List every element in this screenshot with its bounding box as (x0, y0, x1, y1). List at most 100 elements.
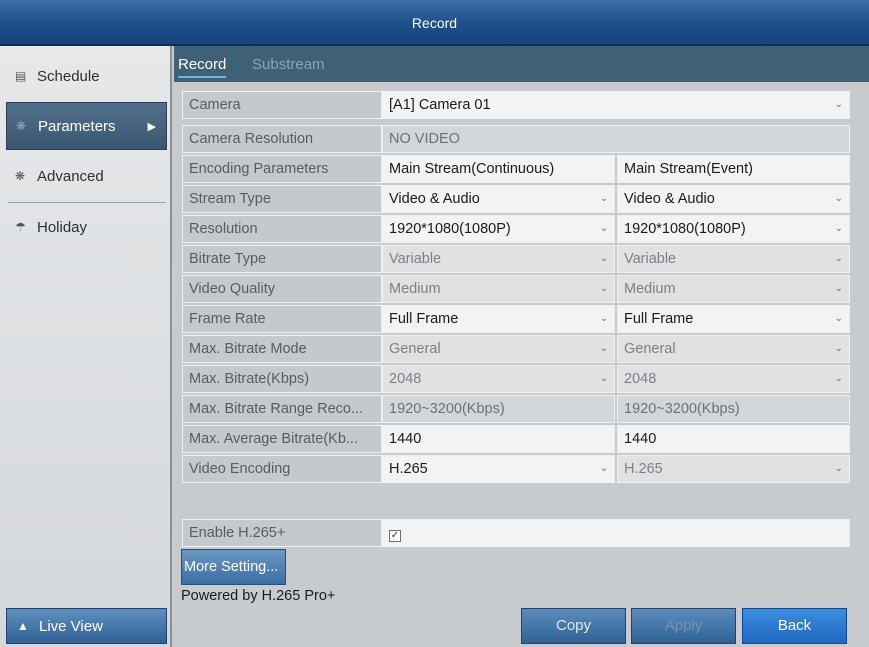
chevron-down-icon: ⌄ (834, 463, 843, 474)
more-setting-button[interactable]: More Setting... (181, 549, 286, 585)
camera-select[interactable]: [A1] Camera 01 ⌄ (382, 91, 850, 119)
back-button[interactable]: Back (742, 608, 847, 644)
chevron-right-icon: ▶ (147, 120, 156, 133)
select-value: Variable (624, 251, 677, 267)
resolution-label: Resolution (182, 215, 382, 243)
enable-h265plus-checkbox[interactable]: ✓ (389, 530, 401, 542)
video-quality-continuous-select[interactable]: Medium ⌄ (382, 275, 615, 303)
sidebar: ▤ Schedule ❋ Parameters ▶ ❋ Advanced ☂ H… (0, 46, 172, 647)
main-stream-event-header: Main Stream(Event) (617, 155, 850, 183)
chevron-down-icon: ⌄ (834, 373, 843, 384)
stream-type-continuous-select[interactable]: Video & Audio ⌄ (382, 185, 615, 213)
select-value: General (389, 341, 441, 357)
schedule-icon: ▤ (15, 69, 27, 83)
max-bitrate-event-select[interactable]: 2048 ⌄ (617, 365, 850, 393)
chevron-down-icon: ⌄ (834, 283, 843, 294)
chevron-down-icon: ⌄ (599, 193, 608, 204)
sidebar-item-label: Schedule (37, 67, 100, 85)
bitrate-type-event-select[interactable]: Variable ⌄ (617, 245, 850, 273)
encoding-parameters-label: Encoding Parameters (182, 155, 382, 183)
sidebar-item-advanced[interactable]: ❋ Advanced (6, 152, 167, 200)
camera-resolution-value: NO VIDEO (382, 125, 850, 153)
frame-rate-continuous-select[interactable]: Full Frame ⌄ (382, 305, 615, 333)
frame-rate-event-select[interactable]: Full Frame ⌄ (617, 305, 850, 333)
copy-button[interactable]: Copy (521, 608, 626, 644)
resolution-event-select[interactable]: 1920*1080(1080P) ⌄ (617, 215, 850, 243)
max-average-bitrate-event-input[interactable]: 1440 (617, 425, 850, 453)
chevron-down-icon: ⌄ (599, 313, 608, 324)
parameters-icon: ❋ (16, 119, 27, 133)
bitrate-type-continuous-select[interactable]: Variable ⌄ (382, 245, 615, 273)
chevron-down-icon: ⌄ (834, 313, 843, 324)
sidebar-item-label: Advanced (37, 167, 104, 185)
sidebar-item-holiday[interactable]: ☂ Holiday (6, 203, 167, 251)
sidebar-item-schedule[interactable]: ▤ Schedule (6, 52, 167, 100)
tab-record[interactable]: Record (178, 56, 227, 78)
enable-h265plus-row (382, 519, 850, 547)
live-view-label: Live View (39, 617, 103, 635)
advanced-icon: ❋ (15, 169, 26, 183)
select-value: H.265 (624, 461, 663, 477)
select-value: H.265 (389, 461, 428, 477)
main-stream-continuous-header: Main Stream(Continuous) (382, 155, 615, 183)
max-bitrate-range-continuous-value: 1920~3200(Kbps) (382, 395, 615, 423)
record-window: Record ▤ Schedule ❋ Parameters ▶ ❋ Advan… (0, 0, 869, 647)
select-value: Video & Audio (624, 191, 715, 207)
video-quality-label: Video Quality (182, 275, 382, 303)
resolution-continuous-select[interactable]: 1920*1080(1080P) ⌄ (382, 215, 615, 243)
stream-type-label: Stream Type (182, 185, 382, 213)
max-average-bitrate-continuous-input[interactable]: 1440 (382, 425, 615, 453)
tab-bar: Record Substream (174, 46, 869, 82)
select-value: 2048 (389, 371, 422, 387)
home-icon: ▲ (17, 619, 29, 633)
apply-button[interactable]: Apply (631, 608, 736, 644)
select-value: Full Frame (624, 311, 694, 327)
chevron-down-icon: ⌄ (599, 223, 608, 234)
select-value: 1920*1080(1080P) (624, 221, 746, 237)
max-bitrate-continuous-select[interactable]: 2048 ⌄ (382, 365, 615, 393)
sidebar-item-label: Holiday (37, 218, 88, 236)
stream-type-event-select[interactable]: Video & Audio ⌄ (617, 185, 850, 213)
chevron-down-icon: ⌄ (599, 283, 608, 294)
chevron-down-icon: ⌄ (834, 253, 843, 264)
chevron-down-icon: ⌄ (834, 343, 843, 354)
select-value: Medium (389, 281, 441, 297)
max-average-bitrate-label: Max. Average Bitrate(Kb... (182, 425, 382, 453)
video-encoding-continuous-select[interactable]: H.265 ⌄ (382, 455, 615, 483)
select-value: Video & Audio (389, 191, 480, 207)
live-view-button[interactable]: ▲ Live View (6, 608, 167, 644)
chevron-down-icon: ⌄ (599, 373, 608, 384)
select-value: General (624, 341, 676, 357)
camera-resolution-label: Camera Resolution (182, 125, 382, 153)
select-value: 1920*1080(1080P) (389, 221, 511, 237)
chevron-down-icon: ⌄ (599, 463, 608, 474)
max-bitrate-mode-continuous-select[interactable]: General ⌄ (382, 335, 615, 363)
select-value: Variable (389, 251, 442, 267)
chevron-down-icon: ⌄ (834, 99, 843, 110)
max-bitrate-label: Max. Bitrate(Kbps) (182, 365, 382, 393)
chevron-down-icon: ⌄ (599, 343, 608, 354)
camera-label: Camera (182, 91, 382, 119)
chevron-down-icon: ⌄ (599, 253, 608, 264)
enable-h265plus-label: Enable H.265+ (182, 519, 382, 547)
max-bitrate-range-event-value: 1920~3200(Kbps) (617, 395, 850, 423)
max-bitrate-mode-label: Max. Bitrate Mode (182, 335, 382, 363)
video-quality-event-select[interactable]: Medium ⌄ (617, 275, 850, 303)
chevron-down-icon: ⌄ (834, 193, 843, 204)
sidebar-item-label: Parameters (38, 117, 116, 135)
select-value: 2048 (624, 371, 657, 387)
select-value: Full Frame (389, 311, 459, 327)
camera-select-value: [A1] Camera 01 (389, 97, 491, 113)
select-value: Medium (624, 281, 676, 297)
max-bitrate-range-label: Max. Bitrate Range Reco... (182, 395, 382, 423)
window-title: Record (0, 0, 869, 46)
holiday-icon: ☂ (15, 220, 26, 234)
sidebar-item-parameters[interactable]: ❋ Parameters ▶ (6, 102, 167, 150)
chevron-down-icon: ⌄ (834, 223, 843, 234)
frame-rate-label: Frame Rate (182, 305, 382, 333)
record-parameters-panel: Camera [A1] Camera 01 ⌄ Camera Resolutio… (174, 82, 869, 647)
video-encoding-event-select[interactable]: H.265 ⌄ (617, 455, 850, 483)
max-bitrate-mode-event-select[interactable]: General ⌄ (617, 335, 850, 363)
tab-substream[interactable]: Substream (252, 56, 325, 73)
video-encoding-label: Video Encoding (182, 455, 382, 483)
